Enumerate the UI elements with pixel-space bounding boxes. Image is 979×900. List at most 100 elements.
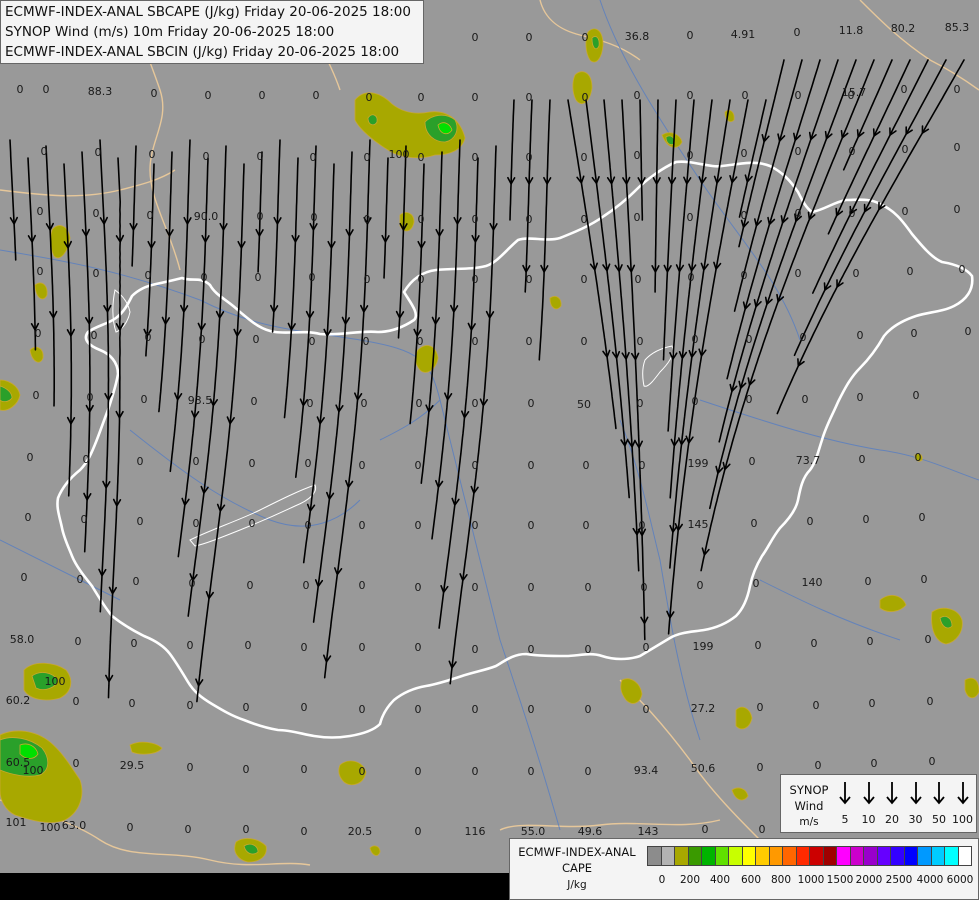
cape-value-label: 0 xyxy=(525,273,533,286)
cape-value-label: 0 xyxy=(745,393,753,406)
cape-scale-label: 200 xyxy=(679,874,701,886)
cape-value-label: 0 xyxy=(580,335,588,348)
cape-scale-label: 0 xyxy=(658,874,666,886)
cape-value-label: 0 xyxy=(414,519,422,532)
cape-value-label: 0 xyxy=(584,581,592,594)
cape-value-label: 0 xyxy=(633,149,641,162)
cape-value-label: 0 xyxy=(144,269,152,282)
cape-value-label: 0 xyxy=(74,635,82,648)
cape-scale-label: 600 xyxy=(740,874,762,886)
cape-value-label: 0 xyxy=(186,699,194,712)
cape-value-label: 85.3 xyxy=(944,21,970,34)
wind-speed-label: 20 xyxy=(885,813,899,826)
cape-value-label: 0 xyxy=(686,149,694,162)
cape-value-label: 0 xyxy=(254,271,262,284)
cape-swatch xyxy=(863,846,878,866)
cape-value-label: 0 xyxy=(856,391,864,404)
cape-value-label: 0 xyxy=(584,643,592,656)
cape-value-label: 0 xyxy=(188,577,196,590)
cape-value-label: 0 xyxy=(864,575,872,588)
cape-value-label: 0 xyxy=(901,205,909,218)
wind-speed-label: 5 xyxy=(841,813,849,826)
cape-scale-label: 2500 xyxy=(885,874,913,886)
cape-value-label: 0 xyxy=(300,641,308,654)
title-sbcin: ECMWF-INDEX-ANAL SBCIN (J/kg) Friday 20-… xyxy=(5,44,400,60)
cape-swatch xyxy=(701,846,716,866)
cape-swatch xyxy=(647,846,662,866)
cape-value-label: 0 xyxy=(866,635,874,648)
cape-value-label: 143 xyxy=(637,825,659,838)
cape-value-label: 0 xyxy=(527,643,535,656)
cape-value-label: 0 xyxy=(953,141,961,154)
cape-scale-label: 400 xyxy=(709,874,731,886)
cape-swatch xyxy=(674,846,689,866)
cape-value-label: 0 xyxy=(858,453,866,466)
cape-value-label: 73.7 xyxy=(795,454,821,467)
cape-value-label: 0 xyxy=(640,581,648,594)
cape-value-label: 0 xyxy=(527,519,535,532)
cape-value-label: 0 xyxy=(40,145,48,158)
cape-value-label: 0 xyxy=(584,765,592,778)
cape-value-label: 0 xyxy=(912,389,920,402)
wind-speed-label: 10 xyxy=(861,813,876,826)
cape-value-label: 0 xyxy=(414,581,422,594)
cape-scale-label: 800 xyxy=(770,874,792,886)
cape-value-label: 0 xyxy=(920,573,928,586)
cape-value-label: 0 xyxy=(414,703,422,716)
cape-swatch xyxy=(876,846,891,866)
cape-legend: ECMWF-INDEX-ANAL CAPE J/kg 0 200 400 600 800… xyxy=(509,838,979,900)
cape-value-label: 0 xyxy=(801,393,809,406)
cape-value-label: 0 xyxy=(862,513,870,526)
cape-value-label: 0 xyxy=(144,331,152,344)
cape-value-label: 15.7 xyxy=(841,86,867,99)
cape-value-label: 0 xyxy=(636,335,644,348)
wind-legend-title-2: Wind xyxy=(794,799,824,813)
wind-arrow-icon xyxy=(933,781,945,809)
cape-value-label: 0 xyxy=(72,695,80,708)
wind-legend-title-3: m/s xyxy=(799,816,819,828)
cape-value-label: 0 xyxy=(471,31,479,44)
cape-value-label: 0 xyxy=(814,759,822,772)
cape-value-label: 0 xyxy=(242,763,250,776)
cape-swatch xyxy=(917,846,932,866)
cape-value-label: 0 xyxy=(642,641,650,654)
cape-value-label: 0 xyxy=(128,697,136,710)
cape-swatch xyxy=(890,846,905,866)
cape-value-label: 29.5 xyxy=(119,759,145,772)
cape-value-label: 0 xyxy=(414,825,422,838)
cape-value-label: 0 xyxy=(306,397,314,410)
cape-value-label: 0 xyxy=(302,579,310,592)
cape-value-label: 0 xyxy=(752,577,760,590)
cape-value-label: 0 xyxy=(687,271,695,284)
cape-value-label: 0 xyxy=(471,397,479,410)
cape-value-label: 0 xyxy=(136,515,144,528)
cape-value-label: 0 xyxy=(20,571,28,584)
cape-value-label: 0 xyxy=(358,579,366,592)
cape-value-label: 0 xyxy=(794,207,802,220)
cape-value-label: 0 xyxy=(868,697,876,710)
cape-value-label: 0 xyxy=(136,455,144,468)
cape-value-label: 0 xyxy=(471,703,479,716)
cape-value-label: 0 xyxy=(417,213,425,226)
cape-value-label: 100 xyxy=(388,148,410,161)
cape-value-label: 0 xyxy=(362,335,370,348)
cape-value-label: 0 xyxy=(256,150,264,163)
cape-value-label: 0 xyxy=(186,639,194,652)
cape-value-label: 145 xyxy=(687,518,709,531)
map-title-panel: ECMWF-INDEX-ANAL SBCAPE (J/kg) Friday 20… xyxy=(0,0,424,64)
cape-value-label: 0 xyxy=(848,207,856,220)
cape-value-label: 0 xyxy=(582,459,590,472)
cape-value-label: 55.0 xyxy=(520,825,546,838)
cape-value-label: 93.4 xyxy=(633,764,659,777)
cape-value-label: 0 xyxy=(140,393,148,406)
cape-value-label: 0 xyxy=(633,211,641,224)
cape-value-label: 0 xyxy=(525,91,533,104)
cape-value-label: 100 xyxy=(44,675,66,688)
cape-value-label: 0 xyxy=(901,143,909,156)
cape-value-label: 0 xyxy=(580,273,588,286)
cape-value-label: 80.2 xyxy=(890,22,916,35)
cape-swatch xyxy=(944,846,959,866)
cape-swatch xyxy=(660,846,675,866)
cape-value-label: 0 xyxy=(300,701,308,714)
cape-value-label: 0 xyxy=(360,397,368,410)
